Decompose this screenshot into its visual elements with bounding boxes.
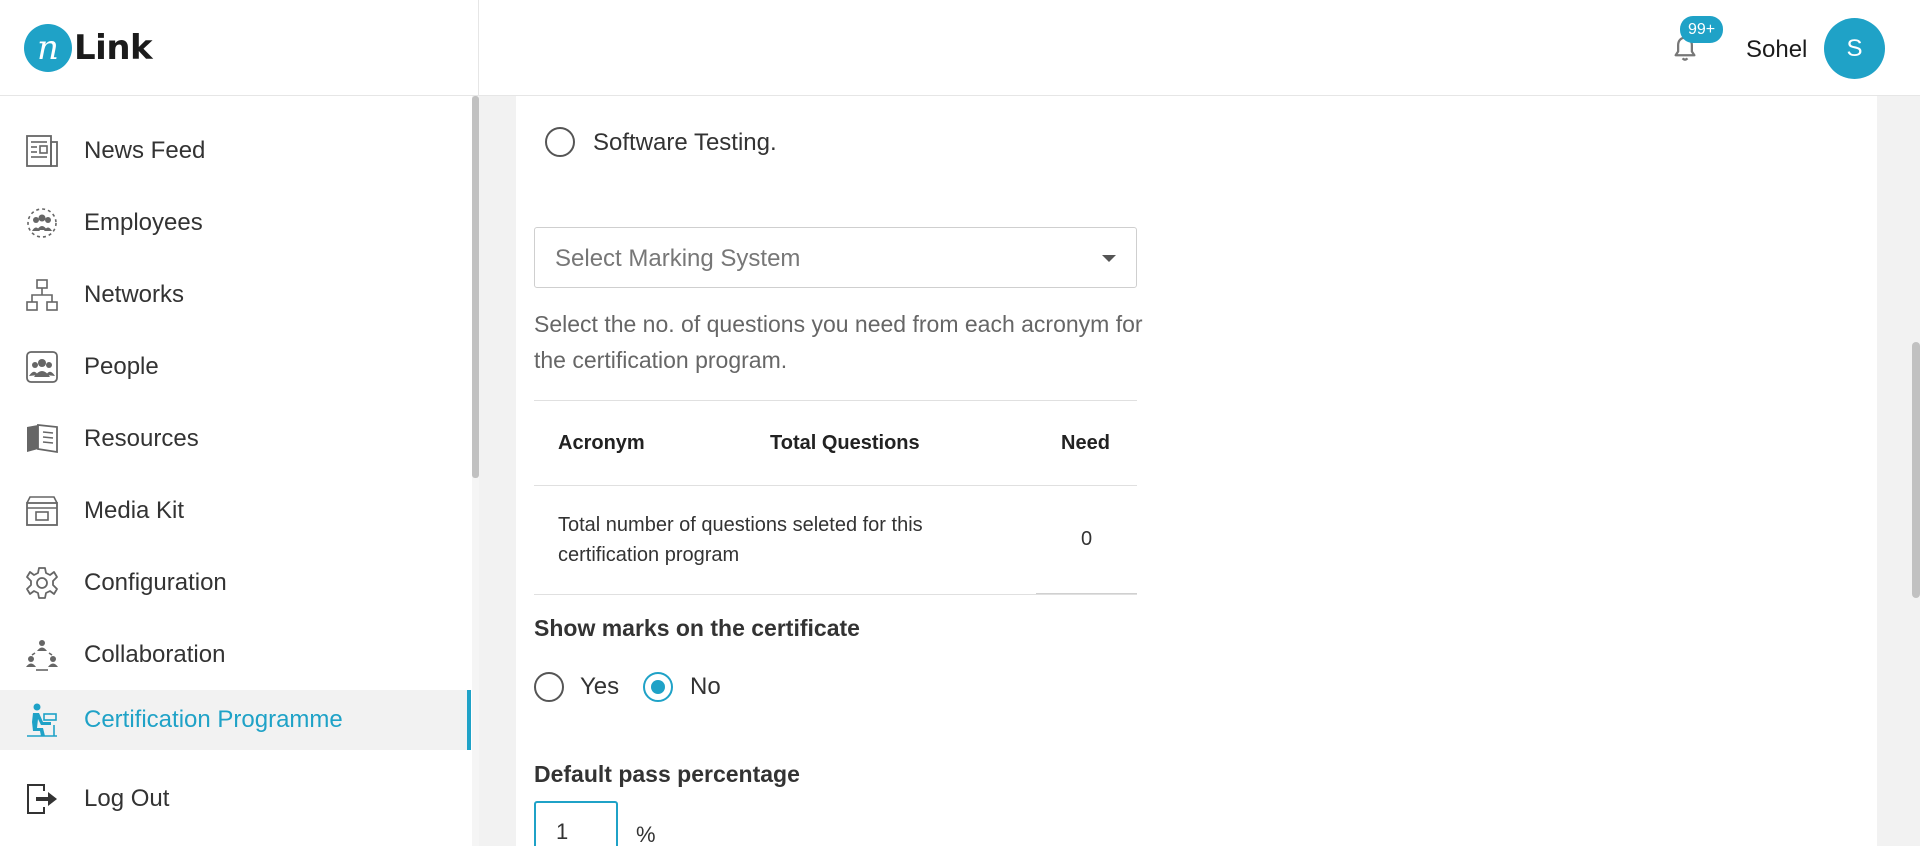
- sidebar-item-resources[interactable]: Resources: [0, 409, 471, 469]
- sidebar-item-configuration[interactable]: Configuration: [0, 553, 471, 613]
- newspaper-icon: [26, 135, 58, 167]
- main-content: [516, 96, 1877, 846]
- pass-percentage-title: Default pass percentage: [534, 761, 800, 787]
- table-divider: [1036, 593, 1137, 594]
- table-divider: [534, 594, 1137, 595]
- course-option-radio[interactable]: [545, 127, 575, 157]
- pass-percentage-input[interactable]: 1: [534, 801, 618, 846]
- sidebar-item-label: People: [84, 353, 159, 380]
- sidebar-item-label: Resources: [84, 425, 199, 452]
- chevron-down-icon: [1102, 255, 1116, 262]
- sidebar-item-label: Configuration: [84, 569, 227, 596]
- collaboration-icon: [26, 640, 58, 671]
- sidebar-item-label: News Feed: [84, 137, 206, 164]
- sidebar: News Feed Employees Networks People Reso…: [0, 96, 479, 846]
- table-divider: [534, 400, 1137, 401]
- sidebar-scrollbar-thumb[interactable]: [472, 96, 479, 478]
- people-icon: [26, 351, 58, 383]
- marking-system-select[interactable]: Select Marking System: [534, 227, 1137, 288]
- show-marks-title: Show marks on the certificate: [534, 615, 860, 641]
- gear-icon: [26, 567, 58, 599]
- show-marks-no-label: No: [690, 673, 721, 700]
- course-option-label: Software Testing.: [593, 129, 777, 156]
- sidebar-item-certification-programme[interactable]: Certification Programme: [0, 690, 471, 750]
- sidebar-item-media-kit[interactable]: Media Kit: [0, 481, 471, 541]
- avatar[interactable]: S: [1824, 18, 1885, 79]
- logout-icon: [27, 784, 57, 814]
- sidebar-item-employees[interactable]: Employees: [0, 193, 471, 253]
- network-icon: [26, 279, 58, 311]
- sidebar-item-label: Log Out: [84, 785, 170, 812]
- table-total-label: Total number of questions seleted for th…: [558, 514, 923, 566]
- question-selection-help-text: Select the no. of questions you need fro…: [534, 311, 1143, 373]
- sidebar-item-label: Networks: [84, 281, 185, 308]
- logo-area: n Link: [0, 0, 479, 96]
- book-icon: [27, 424, 58, 454]
- top-header: n Link 99+ Sohel S: [0, 0, 1920, 96]
- sidebar-item-label: Media Kit: [84, 497, 185, 524]
- employees-icon: [27, 208, 57, 238]
- certification-icon: [27, 703, 57, 737]
- show-marks-yes-label: Yes: [580, 673, 620, 700]
- show-marks-yes-radio[interactable]: [534, 672, 564, 702]
- sidebar-item-collaboration[interactable]: Collaboration: [0, 625, 471, 685]
- logo-mark: n: [24, 24, 72, 72]
- marking-system-placeholder: Select Marking System: [555, 245, 801, 272]
- table-header-need: Need: [1061, 432, 1110, 454]
- table-total-value: 0: [1081, 528, 1093, 550]
- app-logo[interactable]: n Link: [24, 24, 153, 72]
- show-marks-no-radio[interactable]: [643, 672, 673, 702]
- sidebar-item-label: Certification Programme: [84, 706, 343, 733]
- sidebar-item-networks[interactable]: Networks: [0, 265, 471, 325]
- sidebar-item-label: Employees: [84, 209, 203, 236]
- table-header-acronym: Acronym: [558, 432, 645, 454]
- media-kit-icon: [26, 496, 58, 526]
- notification-badge[interactable]: 99+: [1680, 16, 1724, 43]
- table-header-total-questions: Total Questions: [770, 432, 920, 454]
- user-name[interactable]: Sohel: [1746, 36, 1807, 64]
- table-divider: [534, 485, 1137, 486]
- logo-text: Link: [74, 28, 153, 68]
- sidebar-item-news-feed[interactable]: News Feed: [0, 121, 471, 181]
- sidebar-item-log-out[interactable]: Log Out: [0, 769, 471, 829]
- sidebar-item-label: Collaboration: [84, 641, 226, 668]
- percent-unit: %: [636, 822, 656, 846]
- main-scrollbar-thumb[interactable]: [1912, 342, 1920, 598]
- sidebar-item-people[interactable]: People: [0, 337, 471, 397]
